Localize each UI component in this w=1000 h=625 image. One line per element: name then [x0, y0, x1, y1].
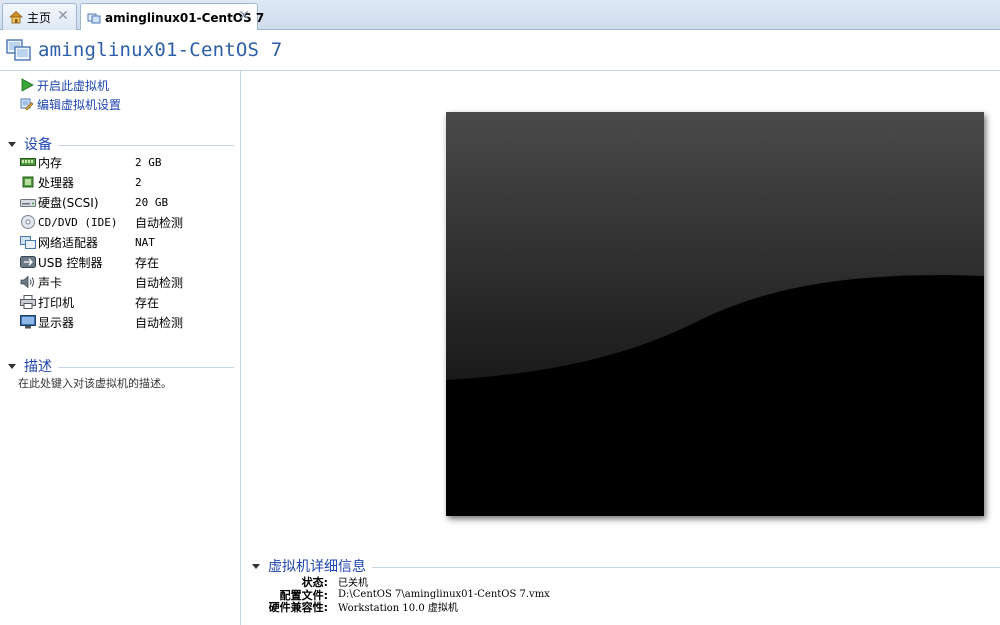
- device-value: 存在: [135, 295, 160, 310]
- tab-home-label: 主页: [27, 10, 52, 25]
- usb-icon: [20, 255, 36, 269]
- device-row-memory[interactable]: 内存 2 GB: [20, 152, 230, 172]
- divider: [58, 366, 234, 368]
- device-row-display[interactable]: 显示器 自动检测: [20, 312, 230, 332]
- description-section-label: 描述: [24, 359, 52, 375]
- vm-summary-panel: 开启此虚拟机 编辑虚拟机设置 设备 内存 2 GB 处理器 2 硬盘(SCSI)…: [0, 71, 241, 625]
- device-value: 2: [135, 175, 142, 189]
- device-value: NAT: [135, 235, 155, 249]
- device-value: 20 GB: [135, 195, 169, 209]
- sound-card-icon: [20, 275, 36, 289]
- device-name: 处理器: [38, 175, 75, 190]
- page-title: aminglinux01-CentOS 7: [38, 39, 283, 61]
- preview-graphic: [446, 112, 984, 516]
- edit-settings-button[interactable]: 编辑虚拟机设置: [20, 95, 121, 113]
- device-row-processor[interactable]: 处理器 2: [20, 172, 230, 192]
- device-row-network[interactable]: 网络适配器 NAT: [20, 232, 230, 252]
- detail-row-hardware-compat: 硬件兼容性: Workstation 10.0 虚拟机: [252, 600, 752, 615]
- device-name: 打印机: [38, 295, 75, 310]
- description-section-header[interactable]: 描述: [8, 358, 234, 375]
- device-value: 自动检测: [135, 215, 184, 230]
- device-value: 存在: [135, 255, 160, 270]
- cd-dvd-icon: [20, 215, 36, 229]
- device-row-usb[interactable]: USB 控制器 存在: [20, 252, 230, 272]
- devices-section-label: 设备: [24, 137, 52, 153]
- collapse-triangle-icon: [8, 141, 16, 147]
- tab-vm[interactable]: aminglinux01-CentOS 7 ✕: [80, 3, 264, 31]
- device-row-harddisk[interactable]: 硬盘(SCSI) 20 GB: [20, 192, 230, 212]
- power-on-button[interactable]: 开启此虚拟机: [20, 76, 109, 94]
- memory-icon: [20, 155, 36, 169]
- device-row-sound[interactable]: 声卡 自动检测: [20, 272, 230, 292]
- vm-icon: [87, 11, 101, 25]
- device-name: 硬盘(SCSI): [38, 195, 99, 210]
- close-icon[interactable]: ✕: [237, 9, 251, 23]
- devices-section-header[interactable]: 设备: [8, 136, 234, 153]
- device-value: 自动检测: [135, 275, 184, 290]
- tab-strip: 主页 ✕ aminglinux01-CentOS 7 ✕: [0, 0, 1000, 31]
- device-name: CD/DVD (IDE): [38, 215, 118, 229]
- tab-home[interactable]: 主页 ✕: [2, 3, 77, 30]
- edit-settings-label: 编辑虚拟机设置: [37, 97, 122, 112]
- device-name: 网络适配器: [38, 235, 99, 250]
- detail-key: 硬件兼容性:: [268, 600, 328, 614]
- collapse-triangle-icon: [252, 563, 260, 569]
- play-icon: [20, 78, 34, 92]
- device-name: 显示器: [38, 315, 75, 330]
- vm-details-section-header[interactable]: 虚拟机详细信息: [252, 558, 1000, 575]
- detail-value: Workstation 10.0 虚拟机: [338, 603, 458, 614]
- device-name: 声卡: [38, 275, 63, 290]
- close-icon[interactable]: ✕: [56, 9, 70, 23]
- home-icon: [8, 10, 24, 24]
- collapse-triangle-icon: [8, 363, 16, 369]
- divider: [58, 144, 234, 146]
- device-value: 2 GB: [135, 155, 162, 169]
- display-icon: [20, 315, 36, 329]
- description-input[interactable]: 在此处键入对该虚拟机的描述。: [18, 375, 172, 391]
- device-name: 内存: [38, 155, 63, 170]
- vm-large-icon: [6, 37, 32, 63]
- divider: [372, 566, 1000, 568]
- vm-screen-preview[interactable]: [446, 112, 984, 516]
- device-value: 自动检测: [135, 315, 184, 330]
- device-row-cd-dvd[interactable]: CD/DVD (IDE) 自动检测: [20, 212, 230, 232]
- device-row-printer[interactable]: 打印机 存在: [20, 292, 230, 312]
- power-on-label: 开启此虚拟机: [37, 78, 110, 93]
- device-name: USB 控制器: [38, 255, 103, 270]
- settings-icon: [20, 97, 34, 111]
- printer-icon: [20, 295, 36, 309]
- harddisk-icon: [20, 195, 36, 209]
- detail-value: 已关机: [338, 578, 368, 589]
- vm-title-bar: aminglinux01-CentOS 7: [0, 30, 1000, 71]
- processor-icon: [20, 175, 36, 189]
- network-adapter-icon: [20, 235, 36, 249]
